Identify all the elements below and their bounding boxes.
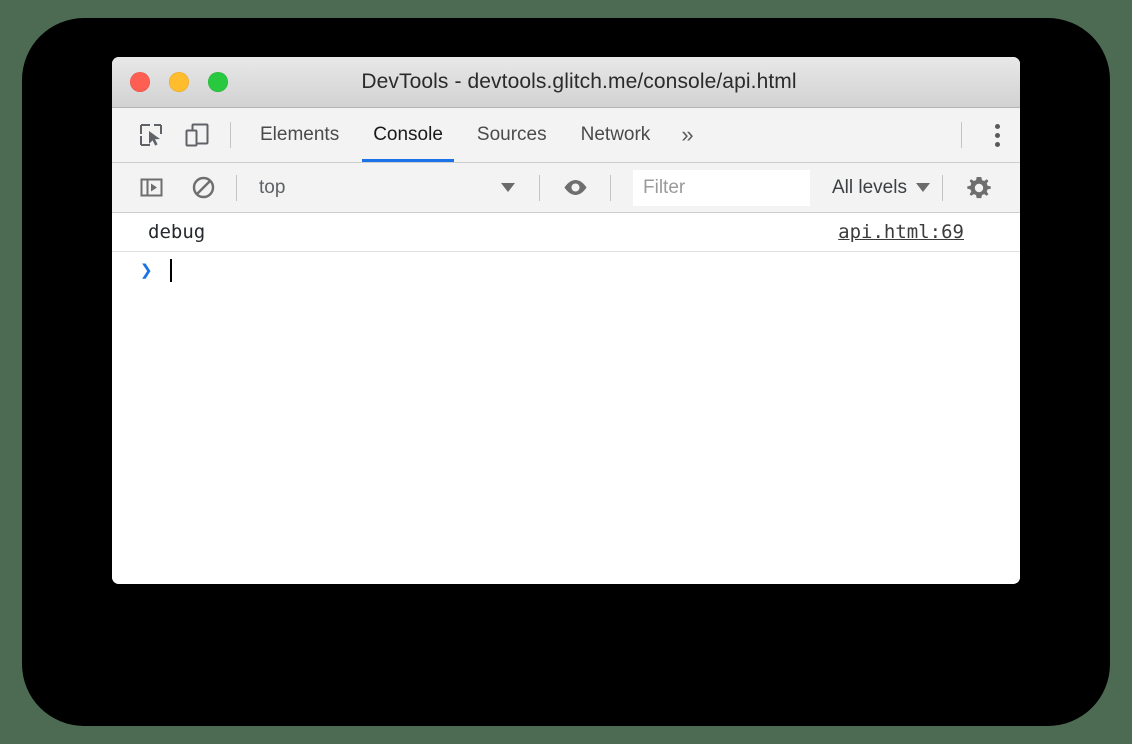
inspect-element-icon[interactable] [130, 114, 172, 156]
minimize-button[interactable] [169, 72, 189, 92]
console-prompt-row[interactable]: ❯ [112, 252, 1020, 288]
tab-console-label: Console [373, 124, 443, 145]
kebab-dot [994, 132, 1000, 138]
maximize-button[interactable] [208, 72, 228, 92]
console-toolbar-divider-3 [610, 174, 611, 201]
tab-overflow-button[interactable]: » [667, 124, 707, 146]
console-message-area[interactable]: debug api.html:69 ❯ [112, 213, 1020, 584]
console-message-row[interactable]: debug api.html:69 [112, 213, 1020, 252]
chevron-down-icon [501, 183, 515, 192]
prompt-text-caret [169, 258, 172, 282]
traffic-lights [130, 72, 228, 92]
tab-network[interactable]: Network [564, 108, 668, 162]
devtools-tab-bar: Elements Console Sources Network » [112, 108, 1020, 163]
tab-elements[interactable]: Elements [243, 108, 356, 162]
devtools-window: DevTools - devtools.glitch.me/console/ap… [112, 57, 1020, 584]
kebab-dot [994, 123, 1000, 129]
tab-elements-label: Elements [260, 124, 340, 145]
tab-sources[interactable]: Sources [460, 108, 564, 162]
console-toolbar-divider-4 [941, 174, 943, 201]
console-sidebar-icon[interactable] [130, 167, 172, 209]
console-message-text: debug [148, 221, 206, 243]
prompt-chevron-icon: ❯ [140, 257, 153, 282]
tab-console[interactable]: Console [356, 108, 460, 162]
console-toolbar: top All levels [112, 163, 1020, 213]
kebab-dot [994, 141, 1000, 147]
execution-context-label: top [259, 176, 286, 198]
window-title-bar: DevTools - devtools.glitch.me/console/ap… [112, 57, 1020, 108]
tabbar-right-group [949, 108, 1020, 162]
console-message-source-link[interactable]: api.html:69 [838, 221, 964, 243]
gear-icon[interactable] [958, 167, 1000, 209]
execution-context-selector[interactable]: top [249, 163, 527, 212]
chevron-down-icon [915, 183, 930, 192]
window-title: DevTools - devtools.glitch.me/console/ap… [361, 70, 797, 93]
device-toolbar-icon[interactable] [176, 114, 218, 156]
more-options-icon[interactable] [974, 108, 1020, 162]
log-level-label: All levels [832, 176, 907, 198]
filter-input[interactable] [633, 169, 810, 206]
tab-sources-label: Sources [476, 124, 547, 145]
close-button[interactable] [130, 72, 150, 92]
console-toolbar-divider-2 [539, 174, 540, 201]
clear-console-icon[interactable] [182, 167, 224, 209]
log-level-selector[interactable]: All levels [832, 177, 930, 199]
create-live-expression-icon[interactable] [554, 167, 596, 209]
console-toolbar-divider [236, 174, 237, 201]
tabbar-divider [230, 122, 231, 148]
tabbar-divider-right [961, 122, 962, 148]
tab-list: Elements Console Sources Network » [243, 108, 708, 162]
tab-network-label: Network [580, 124, 651, 145]
